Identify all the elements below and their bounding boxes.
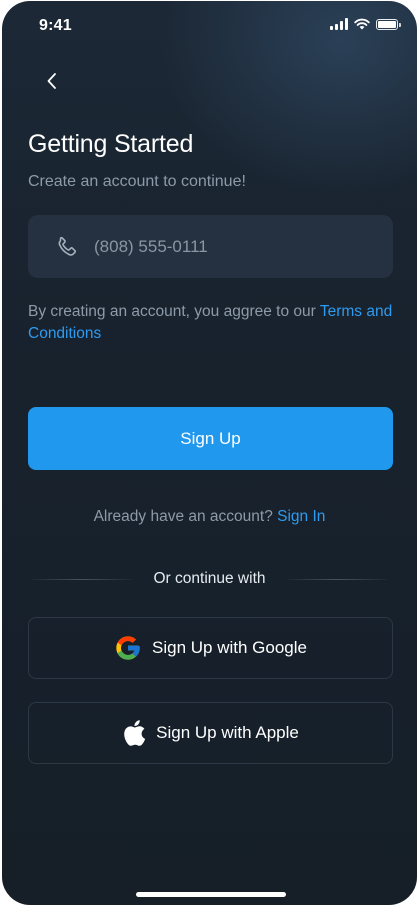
google-button-label: Sign Up with Google — [152, 638, 307, 657]
cellular-signal-icon — [330, 18, 348, 30]
status-time: 9:41 — [39, 17, 72, 34]
battery-icon — [376, 18, 401, 30]
sign-in-prompt: Already have an account? Sign In — [2, 508, 417, 526]
apple-icon — [124, 720, 146, 746]
terms-text: By creating an account, you aggree to ou… — [28, 301, 398, 345]
divider-line-left — [32, 578, 132, 580]
google-icon — [116, 636, 140, 660]
sign-in-prefix: Already have an account? — [93, 508, 278, 525]
apple-button-label: Sign Up with Apple — [156, 723, 299, 742]
chevron-left-icon — [47, 73, 56, 89]
sign-up-button[interactable]: Sign Up — [28, 407, 393, 470]
home-indicator — [136, 892, 286, 897]
phone-input[interactable] — [92, 235, 376, 258]
status-icons — [330, 18, 401, 30]
divider-line-right — [287, 578, 387, 580]
google-sign-up-button[interactable]: Sign Up with Google — [28, 617, 393, 679]
page-subtitle: Create an account to continue! — [28, 173, 246, 190]
page-title: Getting Started — [28, 130, 194, 158]
terms-prefix: By creating an account, you aggree to ou… — [28, 303, 320, 320]
back-button[interactable] — [36, 65, 68, 97]
phone-screen: 9:41 Getting Started Create an account t… — [2, 1, 417, 905]
sign-in-link[interactable]: Sign In — [277, 508, 325, 525]
apple-sign-up-button[interactable]: Sign Up with Apple — [28, 702, 393, 764]
divider: Or continue with — [32, 569, 387, 589]
wifi-icon — [354, 18, 370, 30]
divider-label: Or continue with — [153, 570, 266, 587]
phone-icon — [58, 236, 76, 256]
phone-field[interactable] — [28, 215, 393, 278]
